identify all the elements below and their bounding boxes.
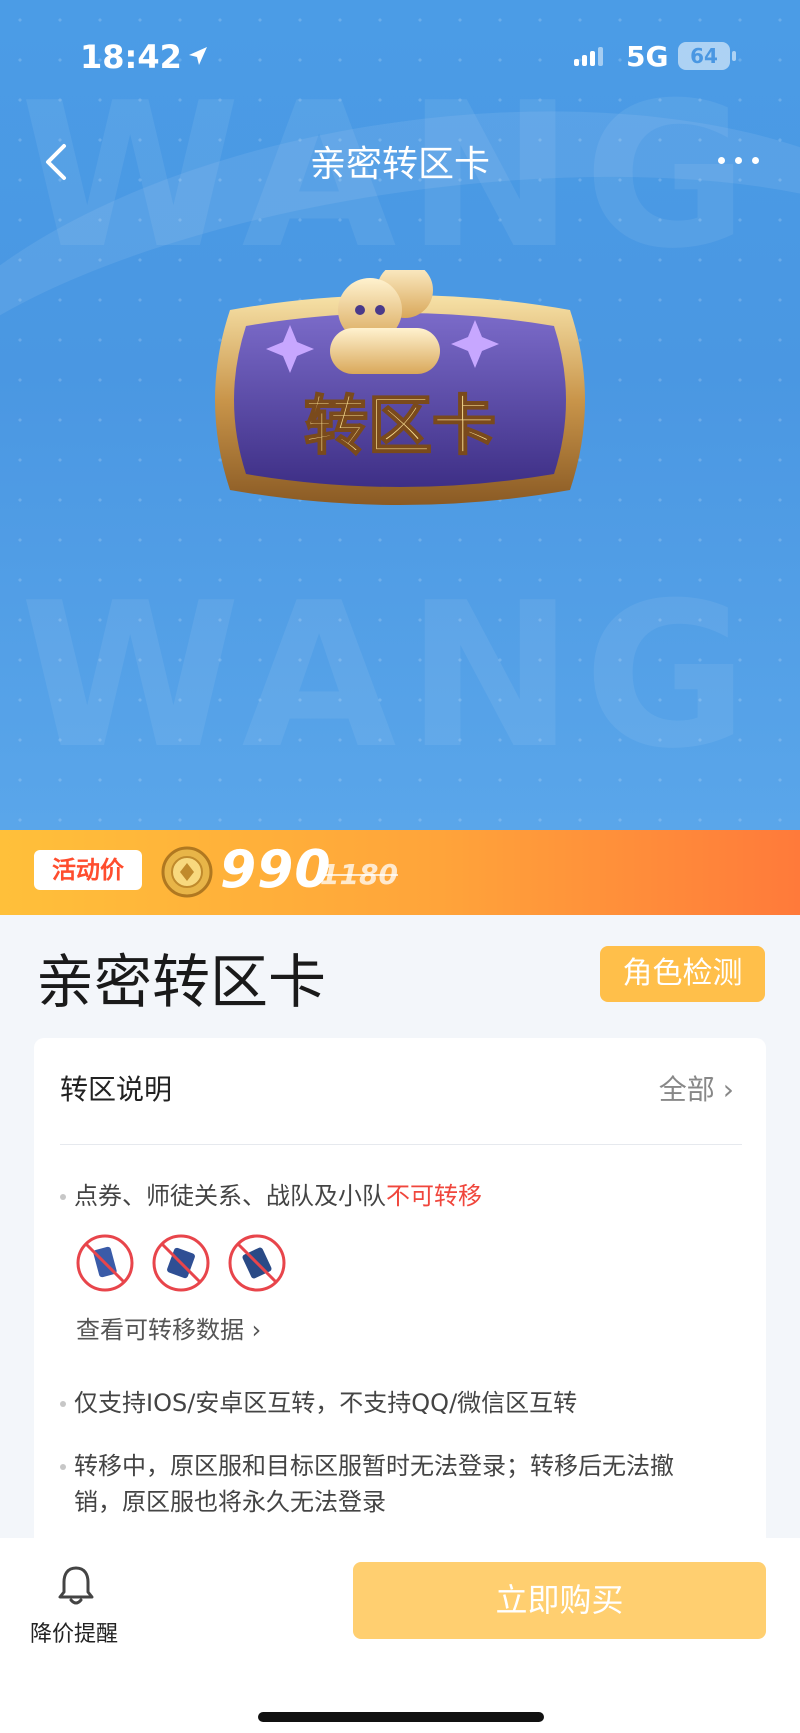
home-indicator: [258, 1712, 544, 1722]
bullet-item: 仅支持IOS/安卓区互转，不支持QQ/微信区互转: [60, 1385, 750, 1421]
bullet-text: 仅支持IOS/安卓区互转，不支持QQ/微信区互转: [74, 1389, 578, 1417]
bullet-text: 转移中，原区服和目标区服暂时无法登录；转移后无法撤: [74, 1452, 674, 1480]
signal-icon: [574, 46, 604, 66]
more-dots-icon[interactable]: [716, 150, 762, 170]
bullet-item: 转移中，原区服和目标区服暂时无法登录；转移后无法撤 销，原区服也将永久无法登录: [60, 1448, 750, 1520]
bullet-text-continued: 销，原区服也将永久无法登录: [74, 1488, 386, 1516]
bullet-item: 点券、师徒关系、战队及小队不可转移: [60, 1178, 750, 1214]
status-bar: 18:42 5G 64: [0, 0, 800, 110]
price-banner: 活动价 990 1180: [0, 830, 800, 915]
location-arrow-icon: [189, 47, 207, 65]
bullet-text: 点券、师徒关系、战队及小队: [74, 1182, 386, 1210]
battery-icon: 64: [678, 42, 736, 70]
bottom-action-bar: 降价提醒 立即购买: [0, 1538, 800, 1733]
product-title: 亲密转区卡: [36, 948, 327, 1016]
prohibited-item-icon: [152, 1234, 210, 1292]
role-check-button[interactable]: 角色检测: [600, 946, 765, 1002]
view-data-label: 查看可转移数据: [76, 1316, 244, 1344]
chevron-right-icon: ›: [722, 1073, 734, 1106]
transfer-info-card: 转区说明 全部 › 点券、师徒关系、战队及小队不可转移 查看可转移数据 › 仅支持…: [34, 1038, 766, 1598]
status-time: 18:42: [80, 38, 182, 76]
card-heading: 转区说明: [60, 1073, 173, 1106]
coin-icon: [161, 846, 213, 898]
bell-icon[interactable]: [56, 1562, 96, 1606]
promo-tag: 活动价: [34, 850, 142, 890]
prohibited-item-icon: [76, 1234, 134, 1292]
current-price: 990: [220, 840, 332, 900]
view-all-link[interactable]: 全部 ›: [659, 1068, 734, 1108]
badge-text: 转区卡: [304, 390, 496, 464]
watermark-bottom: WANG: [20, 560, 758, 793]
transfer-card-badge: 转区卡: [215, 270, 585, 505]
prohibited-item-icon: [228, 1234, 286, 1292]
hero-banner: WANG WANG 18:42 5G 64 亲密转区卡 转区卡: [0, 0, 800, 830]
page-title: 亲密转区卡: [309, 144, 490, 185]
warning-text: 不可转移: [386, 1182, 482, 1210]
original-price: 1180: [320, 858, 398, 891]
chevron-right-icon: ›: [244, 1316, 262, 1344]
buy-now-button[interactable]: 立即购买: [353, 1562, 766, 1639]
divider: [60, 1144, 742, 1145]
price-alert-label[interactable]: 降价提醒: [30, 1616, 118, 1648]
view-transferable-data-link[interactable]: 查看可转移数据 ›: [76, 1310, 261, 1345]
network-type: 5G: [626, 40, 669, 73]
view-all-label: 全部: [658, 1073, 715, 1106]
